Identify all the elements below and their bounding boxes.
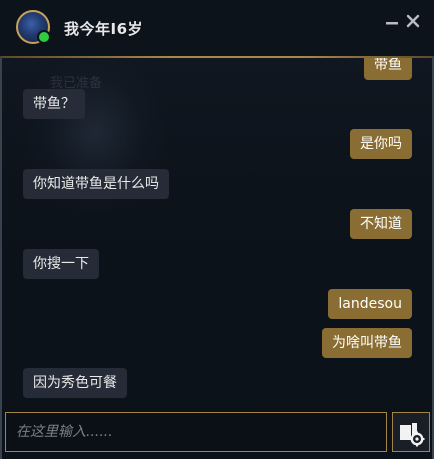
message-bubble-incoming: 你知道带鱼是什么吗: [23, 169, 169, 199]
message-bubble-outgoing: landesou: [328, 289, 412, 319]
minimize-icon: [386, 22, 398, 25]
message-bubble-outgoing: 是你吗: [350, 129, 412, 159]
close-button[interactable]: [404, 12, 422, 30]
message-bubble-outgoing: 为啥叫带鱼: [322, 328, 412, 358]
close-icon: [406, 14, 420, 28]
online-status-icon: [37, 30, 51, 44]
message-bubble-outgoing: 不知道: [350, 209, 412, 239]
username: 我今年I6岁: [64, 20, 144, 38]
message-bubble-incoming: 因为秀色可餐: [23, 368, 127, 398]
minimize-button[interactable]: [383, 12, 401, 30]
message-bubble-incoming: 带鱼？: [23, 89, 85, 119]
message-list[interactable]: 带鱼 带鱼？ 是你吗 你知道带鱼是什么吗 不知道 你搜一下 landesou 为…: [2, 58, 432, 408]
message-bubble-incoming: 你搜一下: [23, 249, 99, 279]
send-button[interactable]: [392, 412, 430, 452]
message-input-container: [5, 412, 387, 452]
send-settings-icon: [400, 423, 425, 447]
chat-window: 即将选用…… 我已准备 我今年I6岁 带鱼 带鱼？ 是你吗 你知道带鱼是什么吗 …: [0, 0, 434, 459]
message-bubble-outgoing: 带鱼: [364, 58, 412, 80]
message-input[interactable]: [6, 413, 386, 451]
avatar[interactable]: [16, 10, 51, 44]
chat-header: 我今年I6岁: [0, 0, 434, 56]
